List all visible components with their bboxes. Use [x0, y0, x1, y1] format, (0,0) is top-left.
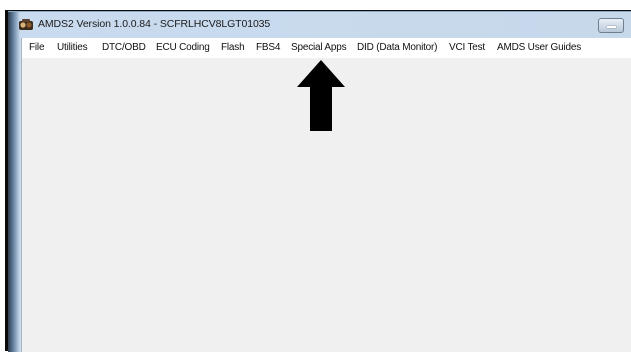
minimize-icon — [607, 26, 616, 28]
amds-app-icon — [19, 19, 33, 30]
menu-amds-user-guides[interactable]: AMDS User Guides — [497, 42, 581, 53]
menu-flash[interactable]: Flash — [221, 42, 245, 53]
up-arrow-icon — [297, 60, 345, 131]
window-title: AMDS2 Version 1.0.0.84 - SCFRLHCV8LGT010… — [38, 18, 271, 30]
menu-special-apps[interactable]: Special Apps — [291, 42, 347, 53]
minimize-button[interactable] — [598, 18, 624, 33]
menu-vci-test[interactable]: VCI Test — [449, 42, 485, 53]
menu-fbs4[interactable]: FBS4 — [256, 42, 280, 53]
menu-did-data-monitor[interactable]: DID (Data Monitor) — [357, 42, 438, 53]
menu-bar: File Utilities DTC/OBD ECU Coding Flash … — [22, 38, 631, 58]
menu-dtc-obd[interactable]: DTC/OBD — [102, 42, 146, 53]
menu-ecu-coding[interactable]: ECU Coding — [156, 42, 210, 53]
menu-file[interactable]: File — [29, 42, 45, 53]
menu-utilities[interactable]: Utilities — [57, 42, 88, 53]
title-bar[interactable]: AMDS2 Version 1.0.0.84 - SCFRLHCV8LGT010… — [8, 12, 631, 38]
